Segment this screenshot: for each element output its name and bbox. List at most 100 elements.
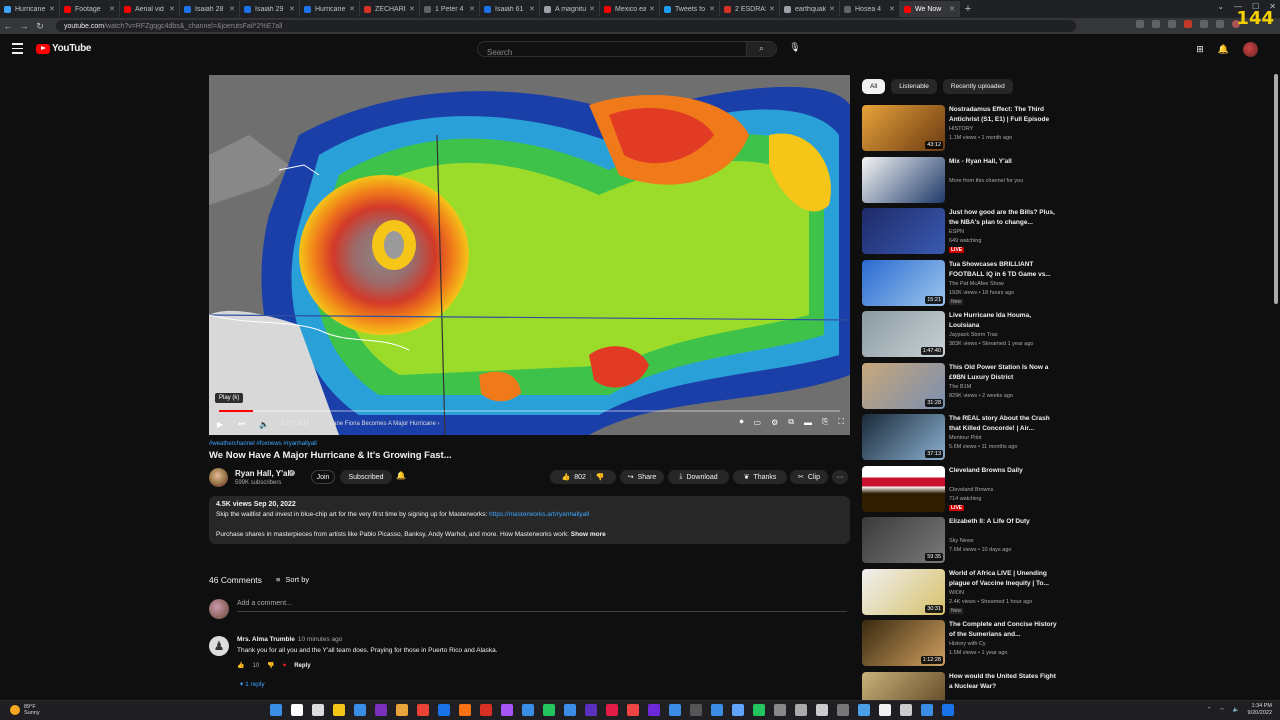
- search-icon[interactable]: ⌕: [746, 42, 776, 56]
- filter-chip[interactable]: Recently uploaded: [942, 79, 1013, 94]
- show-more-link[interactable]: Show more: [571, 531, 606, 538]
- recommended-channel[interactable]: The B1M: [949, 384, 971, 390]
- add-comment-input[interactable]: Add a comment...: [237, 600, 847, 612]
- video-thumbnail[interactable]: [862, 156, 945, 203]
- recommended-title[interactable]: Just how good are the Bills? Plus, the N…: [949, 208, 1057, 228]
- taskbar-app-icon[interactable]: [333, 704, 345, 716]
- taskbar-app-icon[interactable]: [543, 704, 555, 716]
- recommended-title[interactable]: Cleveland Browns Daily: [949, 466, 1057, 476]
- recommended-video[interactable]: 59:35 Elizabeth II: A Life Of Duty Sky New…: [862, 517, 1057, 565]
- recommended-channel[interactable]: Sky News: [949, 538, 973, 544]
- volume-icon[interactable]: 🔈: [253, 420, 275, 429]
- recommended-video[interactable]: Just how good are the Bills? Plus, the N…: [862, 208, 1057, 256]
- star-icon[interactable]: [1168, 20, 1176, 28]
- dislike-icon[interactable]: 👎: [596, 473, 605, 481]
- taskbar-app-icon[interactable]: [522, 704, 534, 716]
- taskbar-app-icon[interactable]: [291, 704, 303, 716]
- tab-close-icon[interactable]: ✕: [529, 5, 535, 13]
- recommended-channel[interactable]: Cleveland Browns: [949, 487, 993, 493]
- recommended-video[interactable]: 31:28 This Old Power Station Is Now a £9B…: [862, 362, 1057, 411]
- browser-tab[interactable]: 2 ESDRAS✕: [720, 1, 780, 17]
- recommended-channel[interactable]: WION: [949, 590, 964, 596]
- clip-button[interactable]: ✂ Clip: [790, 470, 828, 484]
- autoplay-toggle-icon[interactable]: ⏺: [740, 417, 744, 427]
- recommended-video[interactable]: 1:47:40 Live Hurricane Ida Houma, Louisia…: [862, 311, 1057, 359]
- video-thumbnail[interactable]: 43:12: [862, 105, 945, 151]
- extension-icon[interactable]: [1184, 20, 1192, 28]
- taskbar-app-icon[interactable]: [270, 704, 282, 716]
- reload-icon[interactable]: ↻: [32, 21, 48, 32]
- taskbar-app-icon[interactable]: [816, 704, 828, 716]
- like-icon[interactable]: 👍: [562, 473, 571, 481]
- create-video-icon[interactable]: ⊞: [1196, 44, 1204, 55]
- taskbar-app-icon[interactable]: [480, 704, 492, 716]
- video-thumbnail[interactable]: 15:21: [862, 259, 945, 306]
- download-button[interactable]: ⤓ Download: [668, 470, 729, 484]
- browser-tab[interactable]: earthquak ✕: [780, 1, 840, 17]
- taskbar-app-icon[interactable]: [942, 704, 954, 716]
- recommended-channel[interactable]: History with Cy: [949, 641, 986, 647]
- browser-tab[interactable]: A magnitu ✕: [540, 1, 600, 17]
- browser-tab[interactable]: ZECHARI ✕: [360, 1, 420, 17]
- video-thumbnail[interactable]: [862, 465, 945, 512]
- browser-tab[interactable]: Isaiah 28 ✕: [180, 1, 240, 17]
- comment-author-avatar[interactable]: ♟: [209, 636, 229, 656]
- browser-tab[interactable]: Isaiah 29 ✕: [240, 1, 300, 17]
- taskbar-app-icon[interactable]: [312, 704, 324, 716]
- tab-close-icon[interactable]: ✕: [289, 5, 295, 13]
- taskbar-app-icon[interactable]: [585, 704, 597, 716]
- taskbar-app-icon[interactable]: [690, 704, 702, 716]
- video-hashtags[interactable]: #weatherchannel #foxnews #ryanhallyall: [209, 441, 317, 447]
- clock[interactable]: 1:34 PM 9/20/2022: [1248, 703, 1272, 717]
- recommended-channel[interactable]: ESPN: [949, 229, 964, 235]
- masterworks-link[interactable]: https://masterworks.art/ryanhallyall: [489, 511, 589, 518]
- page-scrollbar[interactable]: [1273, 64, 1279, 700]
- comment-dislike-icon[interactable]: 👎: [267, 662, 274, 669]
- extension-icon[interactable]: [1136, 20, 1144, 28]
- taskbar-app-icon[interactable]: [795, 704, 807, 716]
- video-thumbnail[interactable]: 59:35: [862, 517, 945, 563]
- taskbar-app-icon[interactable]: [921, 704, 933, 716]
- taskbar-app-icon[interactable]: [564, 704, 576, 716]
- next-icon[interactable]: ⏭: [231, 419, 253, 429]
- taskbar-app-icon[interactable]: [648, 704, 660, 716]
- tab-close-icon[interactable]: ✕: [169, 5, 175, 13]
- microphone-icon[interactable]: 🎙: [788, 42, 802, 56]
- tab-close-icon[interactable]: ✕: [649, 5, 655, 13]
- tab-close-icon[interactable]: ✕: [109, 5, 115, 13]
- browser-tab[interactable]: Hurricane ✕: [300, 1, 360, 17]
- recommended-title[interactable]: Nostradamus Effect: The Third Antichrist…: [949, 105, 1057, 125]
- taskbar-app-icon[interactable]: [501, 704, 513, 716]
- menu-icon[interactable]: [12, 43, 23, 54]
- taskbar-app-icon[interactable]: [900, 704, 912, 716]
- join-button[interactable]: Join: [311, 470, 335, 484]
- view-replies-button[interactable]: ▾ 1 reply: [240, 680, 265, 688]
- recommended-channel[interactable]: The Pat McAfee Show: [949, 281, 1004, 287]
- recommended-title[interactable]: World of Africa LIVE | Unending plague o…: [949, 569, 1057, 589]
- recommended-channel[interactable]: HISTORY: [949, 126, 973, 132]
- theater-mode-icon[interactable]: ▬: [804, 418, 812, 427]
- browser-tab[interactable]: Footage ✕: [60, 1, 120, 17]
- extension-icon[interactable]: [1152, 20, 1160, 28]
- recommended-video[interactable]: Mix - Ryan Hall, Y'all More from this cha…: [862, 156, 1057, 205]
- tab-close-icon[interactable]: ✕: [769, 5, 775, 13]
- taskbar-app-icon[interactable]: [837, 704, 849, 716]
- taskbar-app-icon[interactable]: [354, 704, 366, 716]
- tab-close-icon[interactable]: ✕: [349, 5, 355, 13]
- network-icon[interactable]: ⌔: [1220, 707, 1225, 714]
- recommended-video[interactable]: Cleveland Browns Daily Cleveland Browns 71…: [862, 465, 1057, 514]
- filter-chip[interactable]: All: [862, 79, 886, 94]
- recommended-video[interactable]: 37:13 The REAL story About the Crash that…: [862, 414, 1057, 462]
- subtitles-icon[interactable]: ▭: [754, 418, 762, 427]
- taskbar-app-icon[interactable]: [459, 704, 471, 716]
- taskbar-app-icon[interactable]: [417, 704, 429, 716]
- recommended-title[interactable]: The REAL story About the Crash that Kill…: [949, 414, 1057, 434]
- scrollbar-thumb[interactable]: [1274, 74, 1278, 304]
- tab-close-icon[interactable]: ✕: [829, 5, 835, 13]
- recommended-video[interactable]: 43:12 Nostradamus Effect: The Third Antic…: [862, 105, 1057, 153]
- browser-tab[interactable]: Hurricane ✕: [0, 1, 60, 17]
- account-avatar[interactable]: [1243, 42, 1258, 57]
- taskbar-app-icon[interactable]: [732, 704, 744, 716]
- recommended-title[interactable]: This Old Power Station Is Now a £9BN Lux…: [949, 363, 1057, 383]
- chevron-down-icon[interactable]: ⌄: [1217, 2, 1224, 11]
